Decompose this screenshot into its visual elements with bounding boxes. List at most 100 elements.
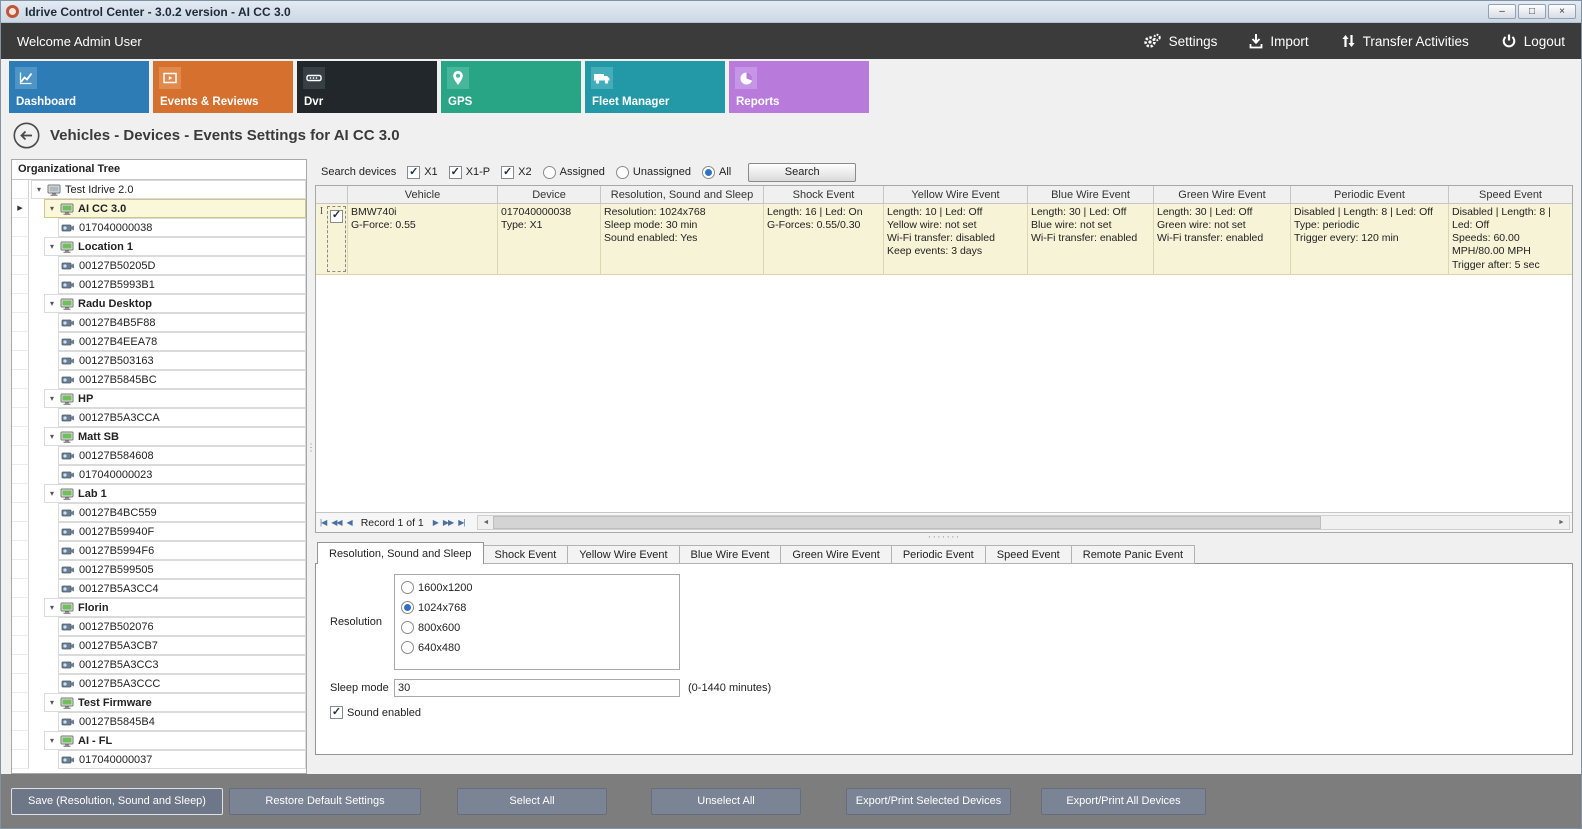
tree-item-box[interactable]: 00127B584608	[58, 446, 306, 465]
tree-item-box[interactable]: Lab 1	[44, 484, 306, 503]
tree-item-box[interactable]: 00127B5845B4	[58, 712, 306, 731]
tab[interactable]: Yellow Wire Event	[567, 545, 679, 564]
device-type-checkbox[interactable]: X1	[407, 166, 437, 179]
nav-last-button[interactable]: ▶|	[458, 518, 464, 527]
grid-row[interactable]: I BMW740i G-Force: 0.55017040000038 Type…	[316, 204, 1572, 275]
grid-column-header[interactable]: Resolution, Sound and Sleep	[601, 186, 764, 203]
unselect-all-button[interactable]: Unselect All	[651, 788, 801, 815]
tree-item[interactable]: 00127B584608	[12, 446, 306, 465]
close-button[interactable]: ×	[1548, 4, 1576, 19]
tree-item-box[interactable]: 00127B50205D	[58, 256, 306, 275]
tree-item-box[interactable]: 00127B5A3CC4	[58, 579, 306, 598]
nav-prev-page-button[interactable]: ◀◀	[331, 518, 341, 527]
expand-arrow-icon[interactable]	[47, 489, 57, 498]
tab[interactable]: Blue Wire Event	[679, 545, 782, 564]
device-type-checkbox[interactable]: X1-P	[449, 166, 490, 179]
expand-arrow-icon[interactable]	[47, 736, 57, 745]
tree-item-box[interactable]: 00127B503163	[58, 351, 306, 370]
tree-item[interactable]: Test Idrive 2.0	[12, 180, 306, 199]
save-resolution-button[interactable]: Save (Resolution, Sound and Sleep)	[11, 788, 223, 815]
expand-arrow-icon[interactable]	[47, 698, 57, 707]
restore-defaults-button[interactable]: Restore Default Settings	[229, 788, 421, 815]
sleep-mode-input[interactable]	[394, 679, 680, 697]
tree-item-box[interactable]: 00127B5A3CB7	[58, 636, 306, 655]
maximize-button[interactable]: □	[1518, 4, 1546, 19]
grid-column-header[interactable]: Periodic Event	[1291, 186, 1449, 203]
tree-item[interactable]: 017040000038	[12, 218, 306, 237]
scroll-right-arrow-icon[interactable]	[1554, 519, 1569, 526]
tree-item[interactable]: Location 1	[12, 237, 306, 256]
export-print-all-button[interactable]: Export/Print All Devices	[1041, 788, 1206, 815]
tree-item-box[interactable]: 00127B599505	[58, 560, 306, 579]
tree-item[interactable]: Florin	[12, 598, 306, 617]
tree-item[interactable]: Matt SB	[12, 427, 306, 446]
tab[interactable]: Resolution, Sound and Sleep	[317, 542, 484, 564]
tree-item[interactable]: 00127B5993B1	[12, 275, 306, 294]
expand-arrow-icon[interactable]	[34, 185, 44, 194]
tile-reports[interactable]: Reports	[729, 61, 869, 113]
tree-item[interactable]: Lab 1	[12, 484, 306, 503]
tree-item[interactable]: Test Firmware	[12, 693, 306, 712]
grid-column-header[interactable]: Green Wire Event	[1154, 186, 1291, 203]
expand-arrow-icon[interactable]	[47, 603, 57, 612]
tree-item[interactable]: 00127B5845B4	[12, 712, 306, 731]
sound-enabled-checkbox[interactable]: Sound enabled	[330, 706, 421, 719]
tree-item-box[interactable]: Location 1	[44, 237, 306, 256]
tree-item-box[interactable]: 017040000023	[58, 465, 306, 484]
tree-item[interactable]: 00127B5994F6	[12, 541, 306, 560]
tree-item[interactable]: 00127B5A3CB7	[12, 636, 306, 655]
grid-column-header[interactable]: Speed Event	[1449, 186, 1572, 203]
tree-item-box[interactable]: 00127B4B5F88	[58, 313, 306, 332]
tree-item-box[interactable]: 00127B4EEA78	[58, 332, 306, 351]
tree-item[interactable]: Radu Desktop	[12, 294, 306, 313]
tree-item[interactable]: 00127B5A3CCA	[12, 408, 306, 427]
nav-next-page-button[interactable]: ▶▶	[443, 518, 453, 527]
nav-next-button[interactable]: ▶	[433, 518, 438, 527]
nav-first-button[interactable]: |◀	[320, 518, 326, 527]
resolution-option-radio[interactable]: 800x600	[401, 621, 679, 634]
tree-item-box[interactable]: 00127B59940F	[58, 522, 306, 541]
tree-item-box[interactable]: 00127B4BC559	[58, 503, 306, 522]
select-all-button[interactable]: Select All	[457, 788, 607, 815]
tree-item-box[interactable]: 017040000038	[58, 218, 306, 237]
tree-item-box[interactable]: Matt SB	[44, 427, 306, 446]
resolution-option-radio[interactable]: 1024x768	[401, 601, 679, 614]
tree-item-box[interactable]: Florin	[44, 598, 306, 617]
grid-column-header[interactable]: Vehicle	[348, 186, 498, 203]
tab[interactable]: Periodic Event	[891, 545, 986, 564]
tab[interactable]: Shock Event	[483, 545, 569, 564]
tree-item-box[interactable]: Test Firmware	[44, 693, 306, 712]
assignment-filter-radio[interactable]: Unassigned	[616, 166, 691, 179]
tree-item[interactable]: AI CC 3.0	[12, 199, 306, 218]
tree-item-box[interactable]: Test Idrive 2.0	[31, 180, 306, 199]
tree-item-box[interactable]: 00127B5994F6	[58, 541, 306, 560]
tree-item-box[interactable]: Radu Desktop	[44, 294, 306, 313]
tree-item-box[interactable]: 017040000037	[58, 750, 306, 769]
expand-arrow-icon[interactable]	[47, 299, 57, 308]
tree-item[interactable]: 00127B5845BC	[12, 370, 306, 389]
tree-item[interactable]: 00127B4B5F88	[12, 313, 306, 332]
tree-item[interactable]: 00127B5A3CCC	[12, 674, 306, 693]
tab[interactable]: Speed Event	[985, 545, 1072, 564]
tree-item[interactable]: 00127B59940F	[12, 522, 306, 541]
tree-item[interactable]: 017040000037	[12, 750, 306, 769]
tree-item[interactable]: 00127B4BC559	[12, 503, 306, 522]
nav-prev-button[interactable]: ◀	[347, 518, 352, 527]
transfer-activities-button[interactable]: Transfer Activities	[1341, 33, 1469, 49]
tree-item-box[interactable]: AI - FL	[44, 731, 306, 750]
grid-column-header[interactable]: Yellow Wire Event	[884, 186, 1028, 203]
expand-arrow-icon[interactable]	[47, 204, 57, 213]
grid-panel-splitter[interactable]	[315, 533, 1573, 542]
tile-dvr[interactable]: Dvr	[297, 61, 437, 113]
grid-column-header[interactable]: Device	[498, 186, 601, 203]
tree-item[interactable]: 00127B502076	[12, 617, 306, 636]
tab[interactable]: Green Wire Event	[780, 545, 891, 564]
grid-horizontal-scrollbar[interactable]	[477, 515, 1570, 530]
tree-item-box[interactable]: 00127B5A3CCC	[58, 674, 306, 693]
tile-dashboard[interactable]: Dashboard	[9, 61, 149, 113]
tree-item-box[interactable]: 00127B5845BC	[58, 370, 306, 389]
search-button[interactable]: Search	[748, 163, 856, 182]
back-button[interactable]	[13, 122, 40, 149]
minimize-button[interactable]: –	[1488, 4, 1516, 19]
tree-item-box[interactable]: AI CC 3.0	[44, 199, 306, 218]
